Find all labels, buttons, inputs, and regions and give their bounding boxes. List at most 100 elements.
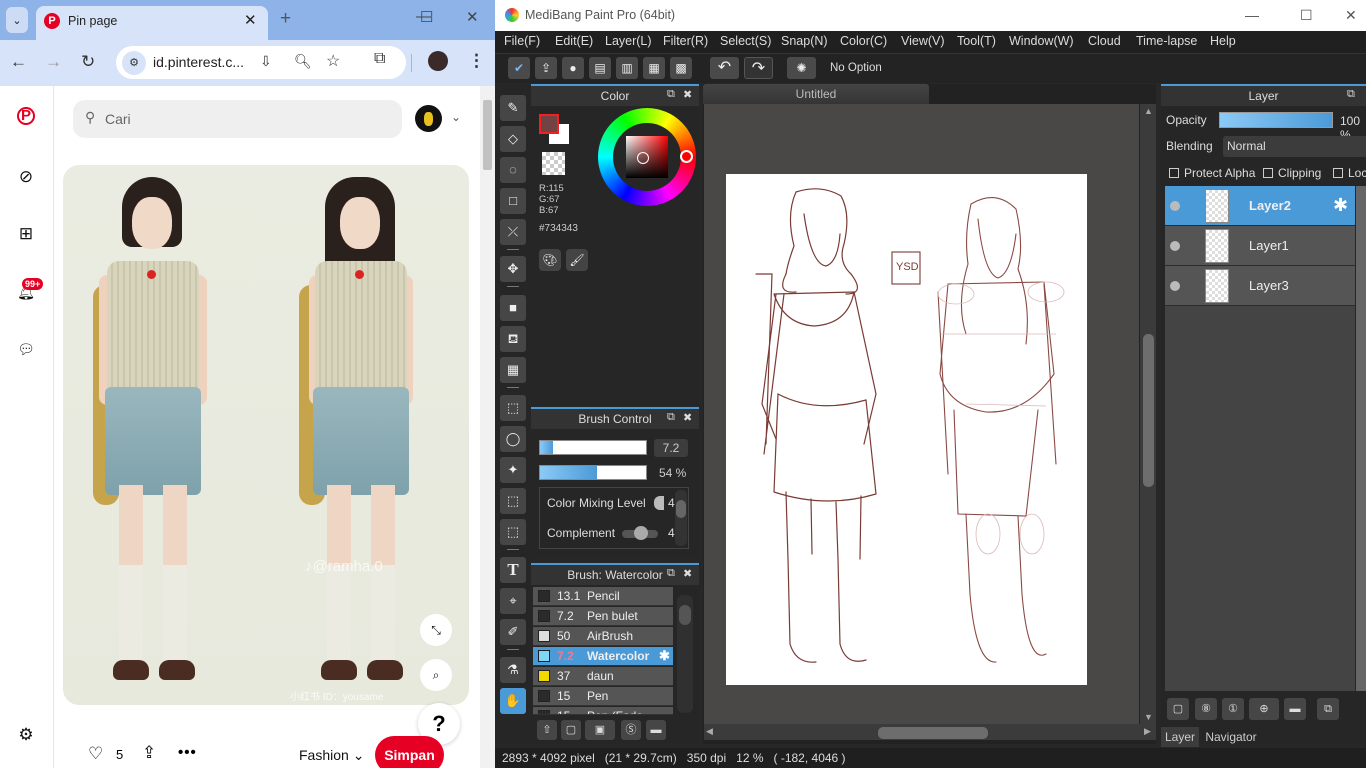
float-panel-icon[interactable]: ⧉ (1347, 88, 1355, 101)
tab-navigator[interactable]: Navigator (1202, 727, 1260, 747)
close-tab-icon[interactable]: ✕ (244, 11, 257, 29)
blending-mode-select[interactable]: Normal (1223, 136, 1366, 157)
brush-opacity-slider[interactable] (539, 465, 647, 480)
complement-slider-handle[interactable] (634, 526, 648, 540)
foreground-color-swatch[interactable] (539, 114, 559, 134)
install-app-icon[interactable]: ⇩ (260, 53, 272, 70)
expand-button[interactable]: ⤡ (420, 614, 452, 646)
brush-item[interactable]: 37 daun (533, 667, 673, 686)
menu-help[interactable]: Help (1210, 34, 1236, 48)
brush-script-icon[interactable]: Ⓢ (621, 720, 641, 740)
color-wheel[interactable] (598, 108, 696, 206)
clipping-checkbox[interactable]: Clipping (1263, 166, 1321, 180)
gear-icon[interactable]: ✱ (659, 648, 670, 664)
menu-file[interactable]: File(F) (504, 34, 540, 48)
maximize-button[interactable]: ☐ (1300, 7, 1313, 24)
brush-size-value[interactable]: 7.2 (654, 439, 688, 457)
layer-item[interactable]: Layer2 ✱ (1165, 186, 1355, 226)
dotted-line-tool-icon[interactable]: ⤫ (500, 219, 526, 245)
scrollbar-thumb[interactable] (1143, 334, 1154, 487)
menu-layer[interactable]: Layer(L) (605, 34, 652, 48)
brush-size-slider[interactable] (539, 440, 647, 455)
share-icon[interactable]: ⇪ (535, 57, 557, 79)
save-button[interactable]: Simpan (375, 736, 444, 768)
hand-tool-icon[interactable]: ✋ (500, 688, 526, 714)
new-1bit-layer-icon[interactable]: ① (1222, 698, 1244, 720)
shape-tool-icon[interactable]: □ (500, 188, 526, 214)
scroll-up-icon[interactable]: ▲ (1144, 106, 1153, 116)
new-tab-button[interactable]: + (280, 8, 291, 30)
chevron-down-icon[interactable]: ⌄ (451, 110, 461, 124)
duplicate-layer-icon[interactable]: ⧉ (1317, 698, 1339, 720)
brush-item[interactable]: 7.2 Watercolor ✱ (533, 647, 673, 666)
lock-checkbox[interactable]: Lock (1333, 166, 1366, 180)
document-icon[interactable]: ▥ (616, 57, 638, 79)
user-avatar[interactable] (415, 105, 442, 132)
close-button[interactable]: ✕ (1345, 7, 1357, 24)
create-icon[interactable]: ⊞ (14, 222, 38, 246)
maximize-button[interactable]: ☐ (420, 8, 433, 26)
options-scrollbar[interactable] (675, 490, 687, 546)
settings-icon[interactable]: ⚙ (14, 723, 38, 747)
heart-icon[interactable]: ♡ (88, 744, 103, 764)
panel-divide-tool-icon[interactable]: ✐ (500, 619, 526, 645)
brush-item[interactable]: 13.1 Pencil (533, 587, 673, 606)
fill-rect-tool-icon[interactable]: ■ (500, 295, 526, 321)
new-brush-icon[interactable]: ▢ (561, 720, 581, 740)
messages-icon[interactable]: 💬︎ (14, 337, 38, 361)
document-tab[interactable]: Untitled (703, 84, 929, 104)
zoom-icon[interactable]: 🔍︎ (294, 53, 312, 70)
eyedropper-tool-icon[interactable]: ⚗ (500, 657, 526, 683)
visibility-toggle-icon[interactable] (1170, 281, 1180, 291)
menu-view[interactable]: View(V) (901, 34, 945, 48)
scroll-down-icon[interactable]: ▼ (1144, 712, 1153, 722)
visibility-toggle-icon[interactable] (1170, 241, 1180, 251)
schedule-icon[interactable]: ▦ (643, 57, 665, 79)
tab-search-button[interactable]: ⌄ (6, 7, 28, 33)
pin-image[interactable] (63, 165, 469, 705)
tab-layer[interactable]: Layer (1161, 727, 1199, 747)
menu-filter[interactable]: Filter(R) (663, 34, 708, 48)
visibility-toggle-icon[interactable] (1170, 201, 1180, 211)
folder-icon[interactable]: ▬ (1284, 698, 1306, 720)
browser-tab[interactable]: P Pin page ✕ (36, 6, 268, 40)
menu-timelapse[interactable]: Time-lapse (1136, 34, 1197, 48)
magic-wand-tool-icon[interactable]: ✦ (500, 457, 526, 483)
undo-icon[interactable]: ↶ (710, 57, 739, 79)
tune-icon[interactable]: ⚙ (122, 51, 146, 75)
comment-icon[interactable]: ● (562, 57, 584, 79)
horizontal-scrollbar[interactable]: ◀ ▶ (704, 724, 1156, 740)
lasso-tool-icon[interactable]: ◯ (500, 426, 526, 452)
task-icon[interactable]: ▩ (670, 57, 692, 79)
forward-arrow-icon[interactable]: → (45, 52, 62, 72)
vertical-scrollbar[interactable]: ▲ ▼ (1140, 104, 1156, 724)
brush-item[interactable]: 15 Pen (Fade In/Out) (533, 707, 673, 715)
color-picker-handle[interactable] (637, 152, 649, 164)
search-input[interactable]: ⚲ Cari (73, 100, 402, 138)
compass-icon[interactable]: ⊘ (14, 165, 38, 189)
canvas-viewport[interactable]: YSD (704, 104, 1139, 724)
float-panel-icon[interactable]: ⧉ (667, 567, 675, 580)
menu-color[interactable]: Color(C) (840, 34, 887, 48)
color-mixing-slider[interactable] (654, 496, 664, 510)
pinterest-logo-icon[interactable]: P (17, 107, 35, 125)
back-arrow-icon[interactable]: ← (10, 52, 27, 72)
layer-opacity-slider[interactable] (1219, 112, 1333, 128)
dot-eraser-tool-icon[interactable]: ◌ (500, 157, 526, 183)
add-layer-dropdown[interactable]: ⊕ (1249, 698, 1279, 720)
scroll-left-icon[interactable]: ◀ (706, 726, 713, 737)
close-panel-icon[interactable]: ✖ (683, 567, 692, 580)
board-selector[interactable]: Fashion ⌄ (299, 747, 364, 764)
select-pen-tool-icon[interactable]: ⬚ (500, 488, 526, 514)
select-eraser-tool-icon[interactable]: ⬚ (500, 519, 526, 545)
float-panel-icon[interactable]: ⧉ (667, 88, 675, 101)
brush-type-dropdown[interactable]: ▣ (585, 720, 615, 740)
bucket-tool-icon[interactable]: ⛾ (500, 326, 526, 352)
brush-item[interactable]: 15 Pen (533, 687, 673, 706)
brush-list-scrollbar[interactable] (677, 595, 693, 713)
new-8bit-layer-icon[interactable]: ⑧ (1195, 698, 1217, 720)
rect-select-tool-icon[interactable]: ⬚ (500, 395, 526, 421)
brush-item[interactable]: 50 AirBrush (533, 627, 673, 646)
scrollbar-thumb[interactable] (878, 727, 988, 739)
loading-icon[interactable]: ✺ (787, 57, 816, 79)
